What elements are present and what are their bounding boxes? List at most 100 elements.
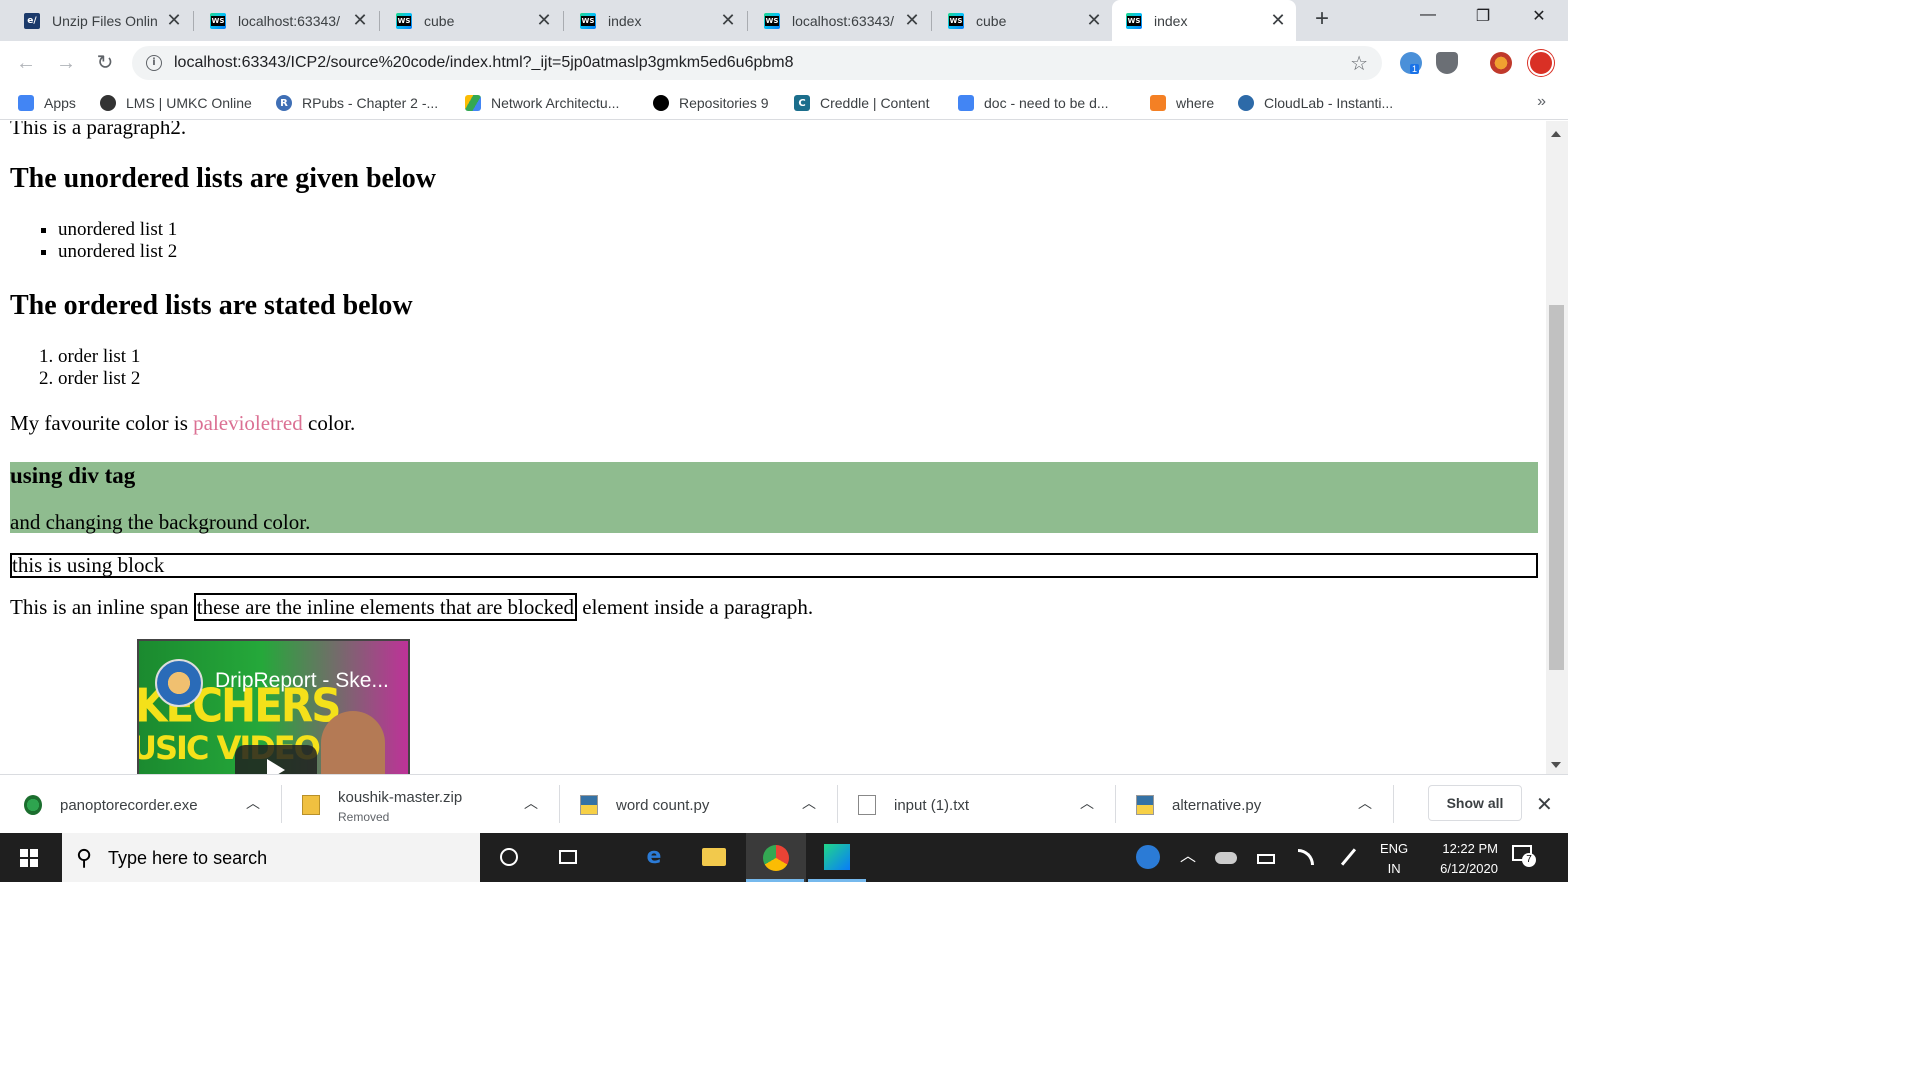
download-item[interactable]: word count.py ︿ (556, 775, 836, 833)
update-alert-icon[interactable] (1528, 50, 1554, 76)
battery-icon[interactable] (1250, 841, 1282, 873)
tab-index-active[interactable]: WS index ✕ (1112, 0, 1296, 41)
close-window-button[interactable]: ✕ (1524, 6, 1554, 30)
extension-translate-icon[interactable]: 1 (1400, 52, 1422, 74)
download-item[interactable]: input (1).txt ︿ (834, 775, 1114, 833)
tab-localhost-2[interactable]: WS localhost:63343/ ✕ (750, 0, 930, 41)
help-icon[interactable] (1132, 841, 1164, 873)
bookmark-creddle[interactable]: C Creddle | Content (794, 93, 929, 113)
paragraph-2: This is a paragraph2. (10, 121, 187, 139)
address-bar[interactable]: i localhost:63343/ICP2/source%20code/ind… (132, 46, 1382, 80)
scrollbar-thumb[interactable] (1549, 305, 1564, 670)
close-tab-icon[interactable]: ✕ (536, 10, 552, 31)
block-element: this is using block (10, 553, 1538, 578)
webstorm-taskbar-slot[interactable] (808, 833, 866, 882)
play-button-icon[interactable] (235, 745, 317, 774)
tab-title: localhost:63343/ (238, 12, 340, 29)
close-tab-icon[interactable]: ✕ (352, 10, 368, 31)
scroll-up-icon[interactable] (1551, 131, 1561, 137)
download-item[interactable]: panoptorecorder.exe ︿ (0, 775, 280, 833)
onedrive-icon[interactable] (1210, 841, 1242, 873)
tray-expand-icon[interactable]: ︿ (1172, 841, 1204, 873)
search-icon: ⚲ (76, 845, 93, 870)
google-drive-icon (465, 95, 481, 111)
tab-unzip-files[interactable]: e/ Unzip Files Onlin ✕ (10, 0, 192, 41)
chevron-up-icon[interactable]: ︿ (1358, 793, 1372, 813)
action-center-icon[interactable]: 7 (1512, 845, 1538, 869)
green-background-div: using div tag and changing the backgroun… (10, 462, 1538, 534)
bookmarks-bar: Apps LMS | UMKC Online R RPubs - Chapter… (0, 85, 1568, 120)
bookmark-label: Repositories 9 (679, 95, 769, 111)
tab-index-1[interactable]: WS index ✕ (566, 0, 746, 41)
tab-title: Unzip Files Onlin (52, 12, 158, 29)
bookmark-rpubs[interactable]: R RPubs - Chapter 2 -... (276, 93, 438, 113)
tab-localhost-1[interactable]: WS localhost:63343/ ✕ (196, 0, 378, 41)
close-shelf-icon[interactable]: ✕ (1536, 792, 1553, 817)
restore-button[interactable]: ❐ (1468, 6, 1498, 30)
python-file-icon (580, 795, 598, 815)
webstorm-icon: WS (1126, 12, 1142, 29)
input-language[interactable]: ENG IN (1380, 839, 1408, 879)
windows-logo-icon (20, 849, 38, 867)
task-view-icon[interactable] (552, 841, 584, 873)
start-button[interactable] (0, 833, 58, 882)
bookmark-label: LMS | UMKC Online (126, 95, 252, 111)
tab-cube-2[interactable]: WS cube ✕ (934, 0, 1112, 41)
edge-icon[interactable]: e (638, 841, 670, 873)
chrome-taskbar-slot[interactable] (746, 833, 806, 882)
bookmark-star-icon[interactable]: ☆ (1350, 51, 1368, 76)
download-item[interactable]: alternative.py ︿ (1112, 775, 1392, 833)
bookmark-lms-umkc[interactable]: LMS | UMKC Online (100, 93, 252, 113)
forward-button[interactable]: → (52, 49, 80, 77)
more-bookmarks-icon[interactable]: » (1537, 93, 1546, 111)
channel-avatar[interactable] (155, 659, 203, 707)
umkc-icon (100, 95, 116, 111)
download-item[interactable]: koushik-master.zip Removed ︿ (278, 775, 558, 833)
embedded-video[interactable]: KECHERS USIC VIDEO DripReport - Ske... (137, 639, 410, 774)
avatar[interactable] (1490, 52, 1512, 74)
bookmark-label: doc - need to be d... (984, 95, 1109, 111)
bookmark-cloudlab[interactable]: CloudLab - Instanti... (1238, 93, 1393, 113)
file-explorer-icon[interactable] (698, 841, 730, 873)
wifi-icon[interactable] (1290, 841, 1322, 873)
list-item: unordered list 1 (58, 219, 177, 241)
favourite-prefix: My favourite color is (10, 411, 188, 435)
close-tab-icon[interactable]: ✕ (1270, 10, 1286, 31)
scroll-down-icon[interactable] (1551, 762, 1561, 768)
close-tab-icon[interactable]: ✕ (904, 10, 920, 31)
favourite-color-paragraph: My favourite color is palevioletred colo… (10, 411, 355, 435)
address-bar-url[interactable]: localhost:63343/ICP2/source%20code/index… (174, 54, 794, 72)
active-indicator (808, 879, 866, 882)
back-button[interactable]: ← (12, 49, 40, 77)
chevron-up-icon[interactable]: ︿ (524, 793, 538, 813)
bookmark-where[interactable]: where (1150, 93, 1214, 113)
creddle-icon: C (794, 95, 810, 111)
pen-icon[interactable] (1332, 841, 1364, 873)
tab-separator (379, 11, 380, 31)
show-all-button[interactable]: Show all (1428, 785, 1522, 821)
close-tab-icon[interactable]: ✕ (720, 10, 736, 31)
cortana-icon[interactable] (493, 841, 525, 873)
chevron-up-icon[interactable]: ︿ (1080, 793, 1094, 813)
chevron-up-icon[interactable]: ︿ (802, 793, 816, 813)
tab-cube-1[interactable]: WS cube ✕ (382, 0, 562, 41)
bookmark-doc[interactable]: doc - need to be d... (958, 93, 1109, 113)
vertical-scrollbar[interactable] (1546, 121, 1568, 774)
list-item: unordered list 2 (58, 241, 177, 263)
bookmark-repositories[interactable]: Repositories 9 (653, 93, 769, 113)
reload-button[interactable]: ↻ (91, 49, 119, 77)
site-info-icon[interactable]: i (146, 55, 162, 71)
tab-separator (931, 11, 932, 31)
bookmark-network-architecture[interactable]: Network Architectu... (465, 93, 619, 113)
minimize-button[interactable]: — (1413, 6, 1443, 30)
video-title[interactable]: DripReport - Ske... (215, 669, 389, 693)
shield-icon[interactable] (1436, 52, 1458, 74)
chevron-up-icon[interactable]: ︿ (246, 793, 260, 813)
bookmark-label: RPubs - Chapter 2 -... (302, 95, 439, 111)
close-tab-icon[interactable]: ✕ (166, 10, 182, 31)
bookmark-apps[interactable]: Apps (18, 93, 76, 113)
taskbar-search[interactable]: ⚲ Type here to search (62, 833, 480, 882)
close-tab-icon[interactable]: ✕ (1086, 10, 1102, 31)
new-tab-button[interactable]: + (1310, 7, 1334, 32)
taskbar-clock[interactable]: 12:22 PM 6/12/2020 (1422, 839, 1498, 879)
